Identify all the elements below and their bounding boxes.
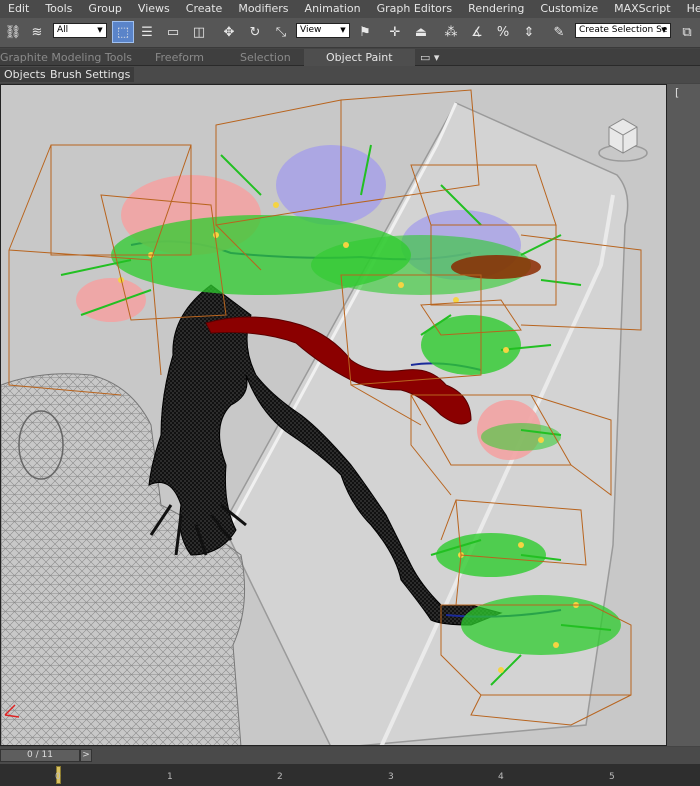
time-slider-bar: 0 / 11 >: [0, 747, 700, 764]
subtab-objects[interactable]: Objects: [0, 67, 50, 82]
time-slider-frame: 0 / 11: [27, 750, 53, 760]
viewport-scene: [1, 89, 648, 745]
menu-help[interactable]: Help: [679, 0, 700, 18]
rotate-icon[interactable]: ↻: [244, 21, 266, 43]
unlink-icon[interactable]: ≋: [26, 21, 48, 43]
percent-snap-icon[interactable]: %: [492, 21, 514, 43]
viewport-label[interactable]: [: [675, 86, 679, 99]
track-tick-label: 3: [388, 772, 394, 782]
menu-views[interactable]: Views: [130, 0, 178, 18]
main-toolbar: ⛓ ≋ All ▼ ⬚ ☰ ▭ ◫ ✥ ↻ ⤡ View ▼ ⚑ ✛ ⏏ ⁂ ∡…: [0, 18, 700, 48]
next-frame-button[interactable]: >: [80, 749, 92, 762]
perspective-viewport[interactable]: [0, 84, 667, 746]
link-icon[interactable]: ⛓: [2, 21, 24, 43]
tab-selection[interactable]: Selection: [240, 49, 291, 66]
reference-coord-dropdown[interactable]: View ▼: [296, 23, 350, 38]
menu-edit[interactable]: Edit: [0, 0, 37, 18]
scale-icon[interactable]: ⤡: [270, 21, 292, 43]
selection-filter-dropdown[interactable]: All ▼: [53, 23, 107, 38]
named-selection-value: Create Selection Se: [579, 25, 668, 35]
track-bar[interactable]: 0 1 2 3 4 5: [0, 764, 700, 786]
selection-filter-value: All: [57, 25, 69, 35]
chevron-down-icon: ▼: [97, 26, 103, 34]
chevron-down-icon: ▼: [661, 26, 667, 34]
window-crossing-icon[interactable]: ◫: [188, 21, 210, 43]
track-tick-label: 1: [167, 772, 173, 782]
keyboard-shortcut-icon[interactable]: ⏏: [410, 21, 432, 43]
ribbon-tabs: Graphite Modeling Tools Freeform Selecti…: [0, 49, 700, 66]
tab-graphite-modeling-tools[interactable]: Graphite Modeling Tools: [0, 49, 132, 66]
angle-snap-icon[interactable]: ∡: [466, 21, 488, 43]
track-tick-label: 4: [498, 772, 504, 782]
menu-group[interactable]: Group: [80, 0, 130, 18]
menu-tools[interactable]: Tools: [37, 0, 80, 18]
next-frame-label: >: [82, 750, 90, 760]
reference-coord-value: View: [300, 25, 322, 35]
tab-freeform[interactable]: Freeform: [155, 49, 204, 66]
menu-modifiers[interactable]: Modifiers: [230, 0, 296, 18]
menu-create[interactable]: Create: [178, 0, 231, 18]
menu-maxscript[interactable]: MAXScript: [606, 0, 678, 18]
menu-animation[interactable]: Animation: [297, 0, 369, 18]
snap-toggle-icon[interactable]: ⁂: [440, 21, 462, 43]
select-object-icon[interactable]: ⬚: [112, 21, 134, 43]
track-tick-label: 2: [277, 772, 283, 782]
menu-customize[interactable]: Customize: [532, 0, 606, 18]
menu-graph-editors[interactable]: Graph Editors: [369, 0, 461, 18]
spinner-snap-icon[interactable]: ⇕: [518, 21, 540, 43]
select-by-name-icon[interactable]: ☰: [136, 21, 158, 43]
tab-object-paint[interactable]: Object Paint: [304, 49, 415, 66]
time-slider[interactable]: 0 / 11: [0, 749, 80, 762]
named-selection-dropdown[interactable]: Create Selection Se ▼: [575, 23, 671, 38]
menu-bar: Edit Tools Group Views Create Modifiers …: [0, 0, 700, 18]
select-manipulate-icon[interactable]: ✛: [384, 21, 406, 43]
command-panel-edge: [: [667, 84, 700, 746]
subtab-brush-settings[interactable]: Brush Settings: [46, 67, 135, 82]
track-tick-label: 5: [609, 772, 615, 782]
mirror-icon[interactable]: ⧉: [676, 21, 698, 43]
rectangular-selection-icon[interactable]: ▭: [162, 21, 184, 43]
menu-rendering[interactable]: Rendering: [460, 0, 532, 18]
ribbon-options-icon[interactable]: ▭ ▾: [420, 49, 439, 66]
viewcube-icon: [598, 118, 648, 162]
chevron-down-icon: ▼: [340, 26, 346, 34]
track-tick-label: 0: [55, 772, 61, 782]
pivot-icon[interactable]: ⚑: [354, 21, 376, 43]
edit-named-selection-icon[interactable]: ✎: [548, 21, 570, 43]
ribbon-subtabs: Objects Brush Settings: [0, 66, 700, 83]
move-icon[interactable]: ✥: [218, 21, 240, 43]
